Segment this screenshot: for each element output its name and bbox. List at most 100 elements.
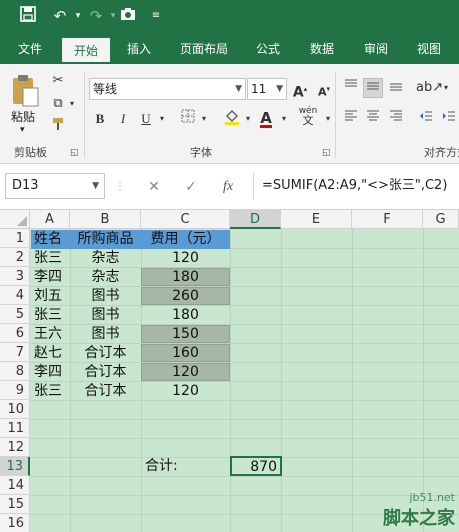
cell-a2[interactable]: 张三 (31, 249, 70, 268)
row-header-13[interactable]: 13 (0, 457, 30, 476)
row-header-4[interactable]: 4 (0, 286, 30, 305)
formula-input[interactable]: =SUMIF(A2:A9,"<>张三",C2) (253, 173, 459, 199)
save-icon[interactable] (18, 6, 38, 26)
align-left-icon[interactable] (341, 109, 361, 129)
font-color-icon[interactable]: A (256, 108, 276, 128)
copy-dropdown-icon[interactable]: ▾ (62, 94, 82, 114)
align-bottom-icon[interactable] (386, 78, 406, 98)
bold-button[interactable]: B (90, 109, 110, 129)
phonetic-icon[interactable]: wén 文 (298, 106, 318, 126)
camera-icon[interactable] (118, 6, 138, 26)
tab-review[interactable]: 审阅 (354, 34, 398, 64)
cell-c3[interactable]: 180 (141, 268, 230, 286)
decrease-font-icon[interactable]: A▾ (314, 79, 334, 99)
font-color-dropdown-icon[interactable]: ▾ (274, 109, 294, 129)
cell-b8[interactable]: 合订本 (70, 363, 141, 382)
underline-dropdown-icon[interactable]: ▾ (152, 109, 172, 129)
cell-a9[interactable]: 张三 (31, 382, 70, 401)
row-header-14[interactable]: 14 (0, 476, 30, 495)
tab-file[interactable]: 文件 (8, 34, 52, 64)
cell-c8[interactable]: 120 (141, 363, 230, 381)
column-header-f[interactable]: F (352, 210, 423, 229)
orientation-icon[interactable]: ab↗ (416, 78, 443, 98)
row-header-16[interactable]: 16 (0, 514, 30, 532)
orientation-dropdown-icon[interactable]: ▾ (436, 78, 456, 98)
row-header-10[interactable]: 10 (0, 400, 30, 419)
cell-a6[interactable]: 王六 (31, 325, 70, 344)
cell-c2[interactable]: 120 (141, 249, 230, 268)
font-name-select[interactable]: 等线 ▼ (89, 78, 246, 100)
fill-color-dropdown-icon[interactable]: ▾ (238, 109, 258, 129)
worksheet-grid[interactable]: A B C D E F G 1 2 3 4 5 6 7 8 9 10 11 12… (0, 210, 459, 532)
row-header-6[interactable]: 6 (0, 324, 30, 343)
customize-toolbar-icon[interactable]: ≡ (146, 6, 166, 26)
cell-b3[interactable]: 杂志 (70, 268, 141, 287)
cell-c7[interactable]: 160 (141, 344, 230, 362)
font-launcher-icon[interactable]: ◱ (322, 148, 331, 158)
cell-c9[interactable]: 120 (141, 382, 230, 401)
tab-insert[interactable]: 插入 (117, 34, 161, 64)
align-right-icon[interactable] (386, 109, 406, 129)
column-header-e[interactable]: E (281, 210, 352, 229)
row-header-15[interactable]: 15 (0, 495, 30, 514)
select-all-corner[interactable] (0, 210, 30, 229)
cell-b9[interactable]: 合订本 (70, 382, 141, 401)
row-header-1[interactable]: 1 (0, 229, 30, 248)
cell-b2[interactable]: 杂志 (70, 249, 141, 268)
cell-a5[interactable]: 张三 (31, 306, 70, 325)
italic-button[interactable]: I (113, 109, 133, 129)
increase-font-icon[interactable]: A▴ (290, 79, 310, 101)
cut-icon[interactable]: ✂ (48, 71, 68, 91)
format-painter-icon[interactable] (48, 117, 68, 137)
cell-b6[interactable]: 图书 (70, 325, 141, 344)
align-center-icon[interactable] (363, 109, 383, 129)
cell-c5[interactable]: 180 (141, 306, 230, 325)
cell-a7[interactable]: 赵七 (31, 344, 70, 363)
cell-a8[interactable]: 李四 (31, 363, 70, 382)
cell-b5[interactable]: 图书 (70, 306, 141, 325)
cell-b4[interactable]: 图书 (70, 287, 141, 306)
borders-dropdown-icon[interactable]: ▾ (194, 109, 214, 129)
column-header-d[interactable]: D (230, 210, 281, 229)
clipboard-launcher-icon[interactable]: ◱ (70, 148, 79, 158)
tab-formulas[interactable]: 公式 (246, 34, 290, 64)
cell-d13[interactable]: 870 (230, 456, 282, 476)
align-top-icon[interactable] (341, 78, 361, 98)
tab-home[interactable]: 开始 (60, 36, 112, 64)
row-header-9[interactable]: 9 (0, 381, 30, 400)
tab-view[interactable]: 视图 (407, 34, 451, 64)
align-middle-icon[interactable] (363, 78, 383, 98)
paste-icon[interactable] (10, 74, 40, 108)
enter-icon[interactable]: ✓ (180, 177, 202, 197)
cell-c1[interactable]: 费用（元） (141, 230, 230, 249)
paste-dropdown-icon[interactable]: ▾ (20, 125, 25, 135)
name-box[interactable]: D13 ▼ (5, 173, 105, 199)
insert-function-button[interactable]: fx (216, 177, 240, 197)
cell-b1[interactable]: 所购商品 (70, 230, 141, 249)
undo-dropdown-icon[interactable]: ▾ (68, 6, 88, 26)
increase-indent-icon[interactable] (439, 109, 459, 129)
undo-icon[interactable]: ↶ (50, 6, 70, 26)
row-header-7[interactable]: 7 (0, 343, 30, 362)
cell-c4[interactable]: 260 (141, 287, 230, 305)
font-size-select[interactable]: 11 ▼ (247, 78, 287, 100)
decrease-indent-icon[interactable] (416, 109, 436, 129)
cell-c6[interactable]: 150 (141, 325, 230, 343)
row-header-2[interactable]: 2 (0, 248, 30, 267)
row-header-8[interactable]: 8 (0, 362, 30, 381)
cell-a1[interactable]: 姓名 (31, 230, 70, 249)
column-header-g[interactable]: G (423, 210, 459, 229)
paste-button[interactable]: 粘贴 (11, 108, 35, 125)
row-header-12[interactable]: 12 (0, 438, 30, 457)
cell-a3[interactable]: 李四 (31, 268, 70, 287)
cell-b7[interactable]: 合订本 (70, 344, 141, 363)
row-header-5[interactable]: 5 (0, 305, 30, 324)
cell-a4[interactable]: 刘五 (31, 287, 70, 306)
row-header-11[interactable]: 11 (0, 419, 30, 438)
tab-page-layout[interactable]: 页面布局 (172, 34, 236, 64)
row-header-3[interactable]: 3 (0, 267, 30, 286)
tab-data[interactable]: 数据 (300, 34, 344, 64)
column-header-c[interactable]: C (141, 210, 230, 229)
cancel-icon[interactable]: ✕ (143, 177, 165, 197)
column-header-b[interactable]: B (70, 210, 141, 229)
